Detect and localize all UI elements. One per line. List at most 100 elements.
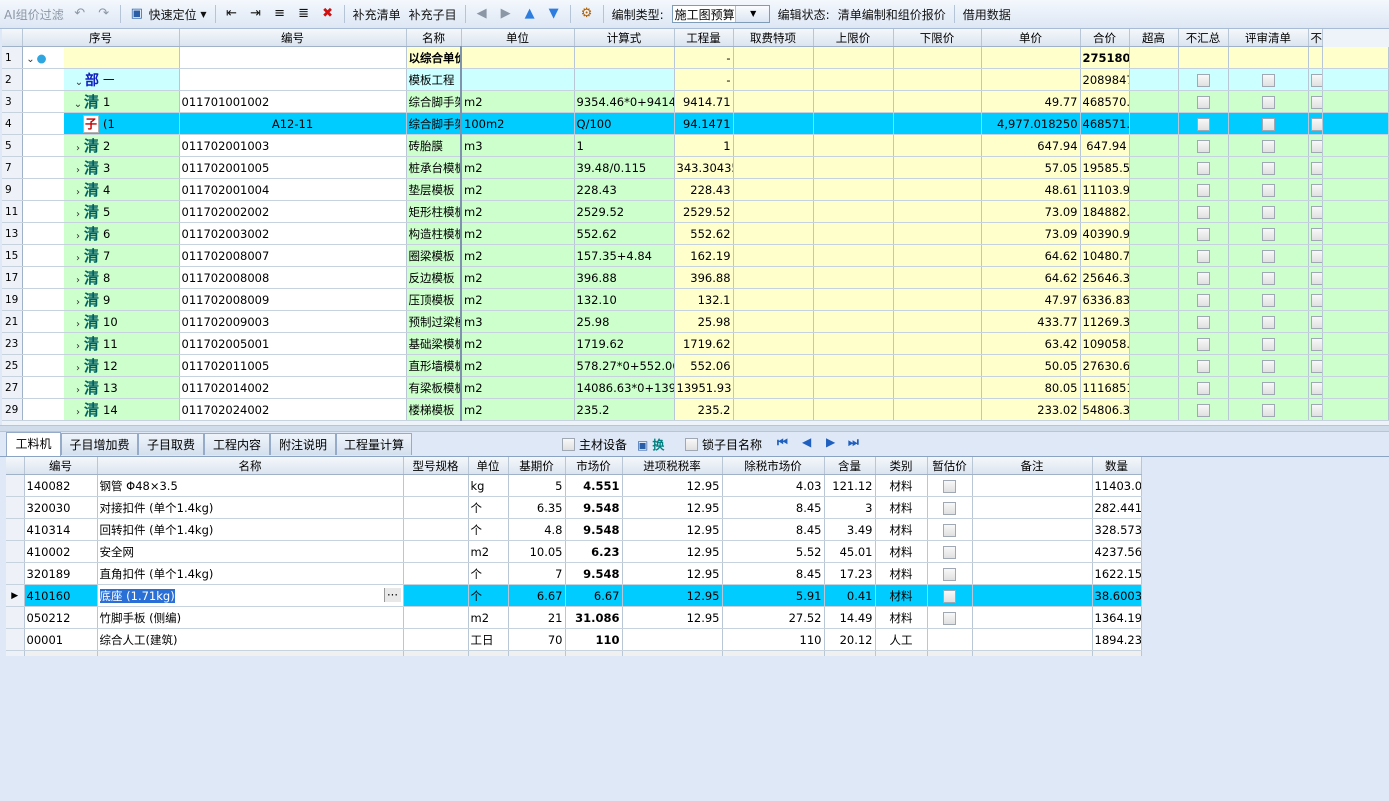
formula-cell[interactable] bbox=[574, 46, 675, 69]
header-r-unit[interactable]: 单位 bbox=[468, 457, 509, 475]
table-row[interactable]: 410002 安全网 m2 10.05 6.23 12.95 5.52 45.01 材料 4237… bbox=[6, 540, 1142, 563]
fee-item-cell[interactable] bbox=[733, 244, 814, 267]
review-cell[interactable] bbox=[1228, 398, 1309, 421]
chevron-down-icon[interactable]: ⌄ bbox=[25, 54, 37, 65]
upper-cell[interactable] bbox=[813, 266, 894, 289]
header-no-vertical[interactable]: 不计算垂直运输 bbox=[1308, 29, 1323, 47]
r-unit-cell[interactable]: 个 bbox=[468, 562, 509, 585]
table-row[interactable]: 3 ⌄清1 011701001002综合脚手架m29354.46*0+9414.71… bbox=[2, 90, 1389, 113]
fee-item-cell[interactable] bbox=[733, 112, 814, 135]
review-checkbox[interactable] bbox=[1261, 139, 1275, 153]
lower-cell[interactable] bbox=[893, 90, 982, 113]
tree-cell[interactable]: 子 bbox=[64, 112, 101, 135]
review-cell[interactable] bbox=[1228, 310, 1309, 333]
formula-cell[interactable]: 157.35+4.84 bbox=[574, 244, 675, 267]
no-vertical-checkbox[interactable] bbox=[1310, 337, 1322, 351]
header-no-sum[interactable]: 不汇总 bbox=[1178, 29, 1229, 47]
name-cell[interactable]: 模板工程 bbox=[406, 68, 463, 91]
r-base-cell[interactable]: 70 bbox=[508, 628, 566, 651]
formula-cell[interactable]: 14086.63*0+13942.6 bbox=[574, 376, 675, 399]
header-r-cat[interactable]: 类别 bbox=[875, 457, 928, 475]
r-name-cell[interactable]: 底座 (1.71kg) ··· bbox=[97, 584, 404, 607]
qty-cell[interactable]: 2529.52 bbox=[674, 200, 734, 223]
formula-cell[interactable]: 1719.62 bbox=[574, 332, 675, 355]
table-row[interactable]: 27›清13011702014002有梁板模板m214086.63*0+1394… bbox=[2, 376, 1389, 399]
chevron-right-icon[interactable]: › bbox=[72, 319, 84, 330]
lower-cell[interactable] bbox=[893, 112, 982, 135]
unit-price-cell[interactable]: 73.09 bbox=[981, 200, 1081, 223]
review-checkbox[interactable] bbox=[1261, 161, 1275, 175]
no-sum-checkbox[interactable] bbox=[1196, 73, 1210, 87]
no-vertical-checkbox[interactable] bbox=[1310, 271, 1322, 285]
seq-cell[interactable] bbox=[101, 46, 180, 69]
review-cell[interactable] bbox=[1228, 156, 1309, 179]
review-cell[interactable] bbox=[1228, 376, 1309, 399]
no-sum-cell[interactable] bbox=[1178, 332, 1229, 355]
unit-cell[interactable]: m2 bbox=[461, 376, 575, 399]
r-base-cell[interactable]: 6.35 bbox=[508, 496, 566, 519]
chevron-right-icon[interactable]: › bbox=[72, 209, 84, 220]
name-cell[interactable]: 矩形柱模板 bbox=[406, 200, 463, 223]
r-name-cell[interactable]: 安全网 bbox=[97, 540, 404, 563]
no-vertical-cell[interactable] bbox=[1308, 68, 1323, 91]
review-cell[interactable] bbox=[1228, 46, 1309, 69]
table-row[interactable]: 140082 钢管 Φ48×3.5 kg 5 4.551 12.95 4.03 121.12 材… bbox=[6, 474, 1142, 497]
first-record-icon[interactable]: ⏮ bbox=[777, 435, 788, 450]
review-cell[interactable] bbox=[1228, 134, 1309, 157]
formula-cell[interactable]: 2529.52 bbox=[574, 200, 675, 223]
table-row[interactable]: 320030 对接扣件 (单个1.4kg) 个 6.35 9.548 12.95 8.45 3… bbox=[6, 496, 1142, 519]
header-r-market[interactable]: 市场价 bbox=[565, 457, 623, 475]
seq-cell[interactable]: 一 bbox=[101, 68, 180, 91]
tree-cell[interactable]: › 清 bbox=[64, 354, 101, 377]
unit-price-cell[interactable]: 48.61 bbox=[981, 178, 1081, 201]
table-row[interactable]: 7 › 清 3 011702001005 桩承台模板 m2 39.48/0.115 343.30… bbox=[2, 156, 1389, 179]
unit-price-cell[interactable]: 47.97 bbox=[981, 288, 1081, 311]
unit-cell[interactable]: m3 bbox=[461, 310, 575, 333]
unit-price-cell[interactable]: 73.09 bbox=[981, 222, 1081, 245]
fee-item-cell[interactable] bbox=[733, 398, 814, 421]
no-sum-cell[interactable] bbox=[1178, 288, 1229, 311]
estimate-checkbox[interactable] bbox=[943, 611, 956, 625]
estimate-checkbox[interactable] bbox=[943, 589, 956, 603]
row-indicator[interactable]: ▶ bbox=[6, 584, 25, 607]
r-cat-cell[interactable]: 材料 bbox=[875, 540, 928, 563]
upper-cell[interactable] bbox=[813, 376, 894, 399]
no-vertical-cell[interactable] bbox=[1308, 222, 1323, 245]
seq-cell[interactable]: 5 bbox=[101, 200, 180, 223]
unit-price-cell[interactable]: 233.02 bbox=[981, 398, 1081, 421]
seq-cell[interactable]: 9 bbox=[101, 288, 180, 311]
no-sum-cell[interactable] bbox=[1178, 310, 1229, 333]
tree-cell[interactable]: › 清 bbox=[64, 266, 101, 289]
tree-cell[interactable] bbox=[22, 266, 64, 289]
r-base-cell[interactable]: 7 bbox=[508, 562, 566, 585]
tree-cell[interactable] bbox=[22, 354, 64, 377]
header-r-spec[interactable]: 型号规格 bbox=[403, 457, 469, 475]
r-market-cell[interactable]: 9.548 bbox=[565, 518, 623, 541]
tree-cell[interactable] bbox=[64, 46, 101, 69]
r-code-cell[interactable]: 140082 bbox=[24, 474, 98, 497]
r-net-cell[interactable]: 110 bbox=[722, 628, 825, 651]
super-high-cell[interactable] bbox=[1129, 354, 1179, 377]
unit-cell[interactable]: m2 bbox=[461, 398, 575, 421]
r-unit-cell[interactable]: kg bbox=[468, 474, 509, 497]
no-sum-checkbox[interactable] bbox=[1196, 117, 1210, 131]
chevron-right-icon[interactable]: › bbox=[72, 143, 84, 154]
r-qty-cell[interactable]: 38.6003 bbox=[1092, 584, 1142, 607]
chevron-right-icon[interactable]: › bbox=[72, 407, 84, 418]
no-sum-cell[interactable] bbox=[1178, 112, 1229, 135]
seq-cell[interactable]: 6 bbox=[101, 222, 180, 245]
code-cell[interactable]: 011702001003 bbox=[179, 134, 407, 157]
fee-item-cell[interactable] bbox=[733, 46, 814, 69]
no-vertical-cell[interactable] bbox=[1308, 134, 1323, 157]
qty-cell[interactable]: - bbox=[674, 46, 734, 69]
indent-right-button[interactable]: ⇥ bbox=[245, 3, 267, 25]
unit-cell[interactable]: 100m2 bbox=[461, 112, 575, 135]
super-high-cell[interactable] bbox=[1129, 156, 1179, 179]
review-checkbox[interactable] bbox=[1261, 183, 1275, 197]
no-sum-cell[interactable] bbox=[1178, 134, 1229, 157]
no-vertical-cell[interactable] bbox=[1308, 112, 1323, 135]
unit-price-cell[interactable]: 4,977.018250 bbox=[981, 112, 1081, 135]
level-down-button[interactable]: ≣ bbox=[293, 3, 315, 25]
code-cell[interactable]: 011702008007 bbox=[179, 244, 407, 267]
name-cell[interactable]: 预制过梁模板 bbox=[406, 310, 463, 333]
